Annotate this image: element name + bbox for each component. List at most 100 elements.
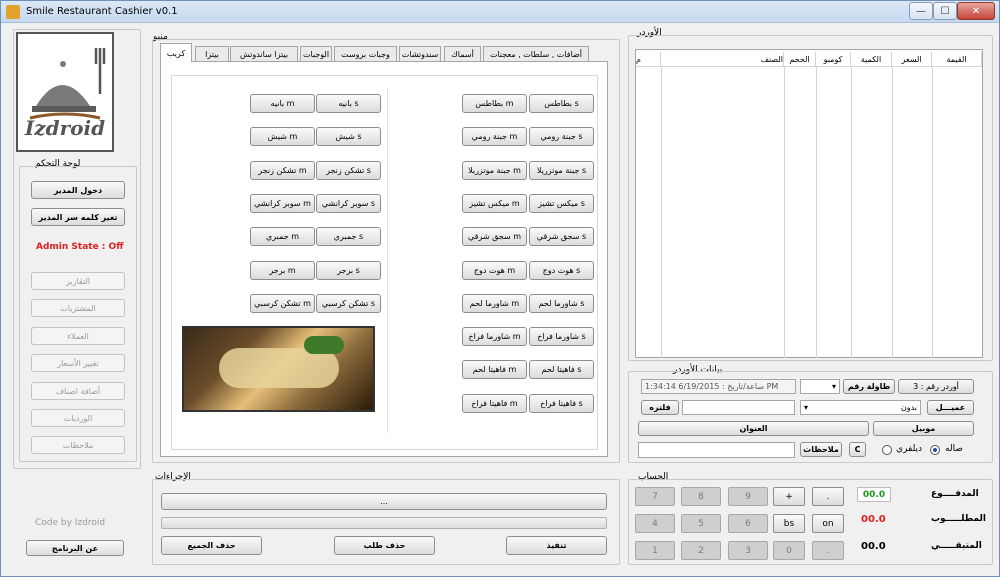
maximize-button[interactable]: ☐	[933, 2, 957, 20]
keypad-key[interactable]: 8	[681, 487, 721, 506]
filter-input[interactable]	[682, 400, 795, 415]
keypad-key[interactable]: 5	[681, 514, 721, 533]
order-column-header[interactable]: السعر	[892, 52, 932, 66]
menu-item-button[interactable]: سوبر كرانشي m	[250, 193, 315, 213]
admin-login-button[interactable]: دخول المدير	[31, 181, 125, 199]
tab-4[interactable]: الوجبات	[300, 46, 332, 61]
address-button[interactable]: العنوان	[638, 421, 869, 436]
menu-item-button[interactable]: جبنة موتزريلا m	[462, 160, 527, 180]
menu-item-button[interactable]: جبنة موتزريلا s	[529, 160, 594, 180]
menu-item-button[interactable]: سجق شرقي m	[462, 227, 527, 247]
table-number-button[interactable]: طاولة رقم	[843, 379, 895, 394]
delete-all-button[interactable]: حذف الجميع	[161, 536, 262, 555]
menu-item-button[interactable]: جبنة رومي m	[462, 127, 527, 147]
c-button[interactable]: C	[849, 442, 866, 457]
keypad-key[interactable]: .	[812, 487, 844, 506]
keypad-key[interactable]: 9	[728, 487, 768, 506]
keypad-key[interactable]: 2	[681, 541, 721, 560]
minimize-button[interactable]: —	[909, 2, 933, 20]
close-button[interactable]: ✕	[957, 2, 995, 20]
menu-item-button[interactable]: شاورما لحم m	[462, 293, 527, 313]
delivery-label: ديلفري	[896, 444, 923, 454]
menu-item-button[interactable]: بانيه m	[250, 94, 315, 113]
menu-item-button[interactable]: سوبر كرانشي s	[316, 193, 381, 213]
menu-item-button[interactable]: شاورما فراخ s	[529, 327, 594, 347]
menu-item-button[interactable]: هوت دوج m	[462, 260, 527, 280]
customer-button[interactable]: عميـــل	[927, 400, 974, 415]
reports-button[interactable]: التقارير	[31, 272, 125, 290]
title-bar: Smile Restaurant Cashier v0.1 — ☐ ✕	[1, 1, 999, 23]
menu-item-button[interactable]: شيش s	[316, 127, 381, 147]
purchases-button[interactable]: المشتريات	[31, 299, 125, 317]
order-grid[interactable]	[635, 49, 983, 358]
keypad-key[interactable]: +	[773, 487, 805, 506]
crepe-image	[182, 326, 375, 412]
menu-item-button[interactable]: هوت دوج s	[529, 260, 594, 280]
action-bar[interactable]: ...	[161, 493, 607, 510]
keypad-key[interactable]: bs	[773, 514, 805, 533]
keypad-key[interactable]: on	[812, 514, 844, 533]
menu-item-button[interactable]: شيش m	[250, 127, 315, 147]
menu-item-button[interactable]: شاورما لحم s	[529, 293, 594, 313]
menu-item-button[interactable]: تشكن كرسبي s	[316, 293, 381, 313]
notes-order-button[interactable]: ملاحظات	[800, 442, 842, 457]
keypad-key[interactable]: .	[812, 541, 844, 560]
about-button[interactable]: عن البرنامج	[26, 540, 124, 556]
menu-item-button[interactable]: بانيه s	[316, 94, 381, 113]
order-column-header[interactable]: الصنف	[661, 52, 784, 66]
add-items-button[interactable]: أضافة اصناف	[31, 382, 125, 400]
keypad-key[interactable]: 1	[635, 541, 675, 560]
tab-2[interactable]: بيتزا	[195, 46, 229, 61]
menu-item-button[interactable]: بطاطس s	[529, 94, 594, 113]
order-column-header[interactable]: القيمة	[932, 52, 982, 66]
delete-order-button[interactable]: حذف طلب	[334, 536, 435, 555]
shifts-button[interactable]: الورديات	[31, 409, 125, 427]
keypad-key[interactable]: 6	[728, 514, 768, 533]
keypad-key[interactable]: 0	[773, 541, 805, 560]
menu-item-button[interactable]: سجق شرقي s	[529, 227, 594, 247]
keypad-key[interactable]: 7	[635, 487, 675, 506]
menu-item-button[interactable]: جمبري m	[250, 227, 315, 247]
customers-button[interactable]: العملاء	[31, 327, 125, 345]
mobile-button[interactable]: موبيل	[873, 421, 974, 436]
logo-text: Izdroid	[24, 116, 106, 140]
order-column-header[interactable]: م	[636, 52, 661, 66]
tab-3[interactable]: بيتزا ساندوتش	[230, 46, 298, 61]
menu-item-button[interactable]: بطاطس m	[462, 94, 527, 113]
menu-item-button[interactable]: تشكن زنجر m	[250, 160, 315, 180]
tab-7[interactable]: أسماك	[444, 46, 481, 61]
delivery-radio[interactable]	[882, 445, 892, 455]
order-column-header[interactable]: الكمية	[851, 52, 892, 66]
menu-item-button[interactable]: برجر m	[250, 260, 315, 280]
tab-8[interactable]: أضافات , سلطات , معجنات	[483, 46, 589, 61]
menu-item-button[interactable]: ميكس تشيز m	[462, 193, 527, 213]
menu-item-button[interactable]: فاهيتا لحم m	[462, 360, 527, 380]
filter-button[interactable]: فلتره	[641, 400, 679, 415]
menu-item-button[interactable]: تشكن كرسبي m	[250, 293, 315, 313]
tab-6[interactable]: سندوتشات	[399, 46, 441, 61]
table-number-select[interactable]: ▾	[800, 379, 840, 394]
hall-radio[interactable]	[930, 445, 940, 455]
customer-select[interactable]: ▾ بدون	[800, 400, 921, 415]
menu-item-button[interactable]: فاهيتا لحم s	[529, 360, 594, 380]
order-column-header[interactable]: كومبو	[816, 52, 851, 66]
keypad-key[interactable]: 3	[728, 541, 768, 560]
notes-input[interactable]	[638, 442, 795, 458]
keypad-key[interactable]: 4	[635, 514, 675, 533]
menu-item-button[interactable]: جمبري s	[316, 227, 381, 247]
execute-button[interactable]: تنفيذ	[506, 536, 607, 555]
menu-item-button[interactable]: فاهيتا فراخ s	[529, 393, 594, 413]
tab-1[interactable]: كريب	[160, 43, 192, 62]
notes-button[interactable]: ملاحظات	[31, 436, 125, 454]
menu-item-button[interactable]: برجر s	[316, 260, 381, 280]
change-admin-password-button[interactable]: تغير كلمه سر المدير	[31, 208, 125, 226]
menu-item-button[interactable]: جبنة رومي s	[529, 127, 594, 147]
credit-text: Code by Izdroid	[35, 518, 106, 528]
order-column-header[interactable]: الحجم	[784, 52, 816, 66]
menu-item-button[interactable]: تشكن زنجر s	[316, 160, 381, 180]
menu-item-button[interactable]: شاورما فراخ m	[462, 327, 527, 347]
menu-item-button[interactable]: ميكس تشيز s	[529, 193, 594, 213]
menu-item-button[interactable]: فاهيتا فراخ m	[462, 393, 527, 413]
tab-5[interactable]: وجبات بروست	[334, 46, 397, 61]
price-change-button[interactable]: تغيير الأسعار	[31, 354, 125, 372]
